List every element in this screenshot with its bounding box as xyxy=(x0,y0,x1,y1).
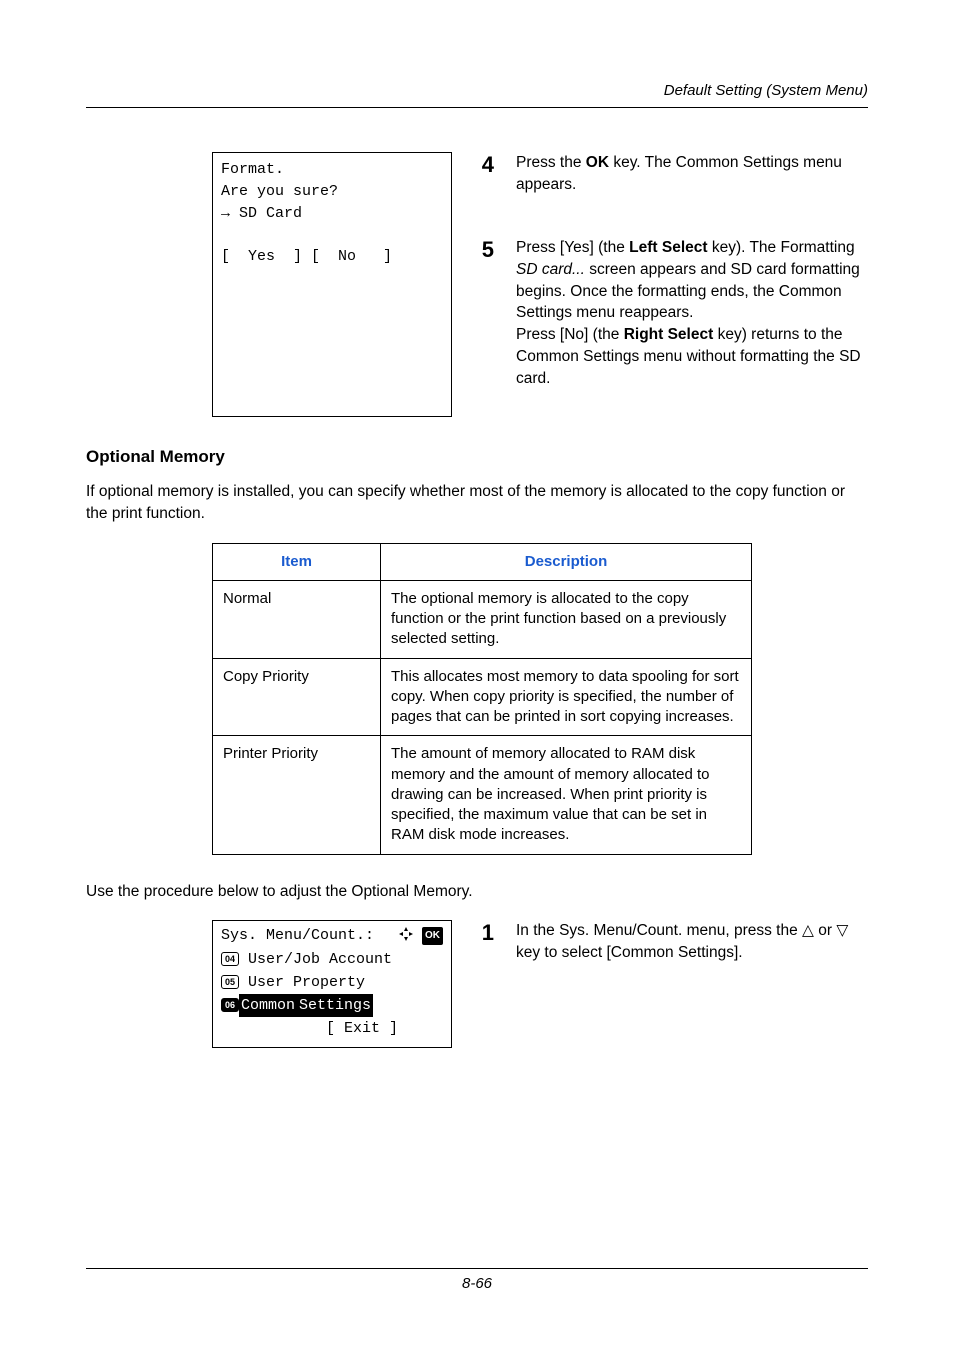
text: Press the xyxy=(516,154,586,171)
text: In the Sys. Menu/Count. menu, press the xyxy=(516,922,802,939)
table-row: Normal The optional memory is allocated … xyxy=(213,580,752,658)
heading-optional-memory: Optional Memory xyxy=(86,447,868,467)
text: key to select [Common Settings]. xyxy=(516,944,743,961)
dpad-icon xyxy=(399,927,413,941)
header-section-title: Default Setting (System Menu) xyxy=(86,82,868,107)
optional-memory-table: Item Description Normal The optional mem… xyxy=(212,543,752,855)
step-number: 4 xyxy=(476,152,494,195)
text: Press [Yes] (the xyxy=(516,239,629,256)
step-5: 5 Press [Yes] (the Left Select key). The… xyxy=(476,237,868,389)
lcd1-line5: [ Yes ] [ No ] xyxy=(221,248,392,265)
step-1-text: In the Sys. Menu/Count. menu, press the … xyxy=(516,920,868,963)
table-cell-desc: This allocates most memory to data spool… xyxy=(381,658,752,736)
table-cell-desc: The amount of memory allocated to RAM di… xyxy=(381,736,752,854)
ok-icon: OK xyxy=(422,927,443,945)
menu-index-04-icon: 04 xyxy=(221,952,239,966)
lcd2-row2: User Property xyxy=(239,974,365,991)
menu-index-05-icon: 05 xyxy=(221,975,239,989)
arrow-right-icon: → xyxy=(221,205,230,222)
text-bold: Right Select xyxy=(624,326,714,343)
lcd2-colon: : xyxy=(365,927,374,944)
table-cell-item: Printer Priority xyxy=(213,736,381,854)
text: Press [No] (the xyxy=(516,326,624,343)
lcd2-row3a: Common xyxy=(239,994,297,1017)
lcd2-title: Sys. Menu/Count. xyxy=(221,927,365,944)
step-1: 1 In the Sys. Menu/Count. menu, press th… xyxy=(476,920,868,963)
text-bold: Left Select xyxy=(629,239,707,256)
text: key). The Formatting xyxy=(708,239,855,256)
table-header-item: Item xyxy=(213,543,381,580)
menu-index-06-icon: 06 xyxy=(221,998,239,1012)
footer-rule xyxy=(86,1268,868,1269)
lcd2-row3b: Settings xyxy=(297,994,373,1017)
text: or xyxy=(814,922,836,939)
table-row: Copy Priority This allocates most memory… xyxy=(213,658,752,736)
lcd1-line1: Format. xyxy=(221,161,284,178)
table-cell-item: Copy Priority xyxy=(213,658,381,736)
lcd1-line2: Are you sure? xyxy=(221,183,338,200)
header-rule xyxy=(86,107,868,108)
procedure-intro: Use the procedure below to adjust the Op… xyxy=(86,881,868,903)
step-5-text: Press [Yes] (the Left Select key). The F… xyxy=(516,237,868,389)
lcd2-exit: [ Exit ] xyxy=(326,1020,398,1037)
triangle-up-icon: △ xyxy=(802,922,814,939)
table-cell-desc: The optional memory is allocated to the … xyxy=(381,580,752,658)
lcd-sys-menu: Sys. Menu/Count.: OK 04 User/Job Account… xyxy=(212,920,452,1047)
step-4-text: Press the OK key. The Common Settings me… xyxy=(516,152,868,195)
page-number: 8-66 xyxy=(86,1275,868,1292)
table-cell-item: Normal xyxy=(213,580,381,658)
lcd2-row1: User/Job Account xyxy=(239,951,392,968)
lcd-format-dialog: Format. Are you sure? → SD Card [ Yes ] … xyxy=(212,152,452,417)
step-number: 5 xyxy=(476,237,494,389)
table-header-description: Description xyxy=(381,543,752,580)
lcd1-line3b: SD Card xyxy=(230,205,302,222)
step-4: 4 Press the OK key. The Common Settings … xyxy=(476,152,868,195)
text-bold: OK xyxy=(586,154,609,171)
optional-memory-intro: If optional memory is installed, you can… xyxy=(86,481,868,524)
text-italic: SD card... xyxy=(516,261,585,278)
step-number: 1 xyxy=(476,920,494,963)
table-row: Printer Priority The amount of memory al… xyxy=(213,736,752,854)
triangle-down-icon: ▽ xyxy=(836,922,848,939)
